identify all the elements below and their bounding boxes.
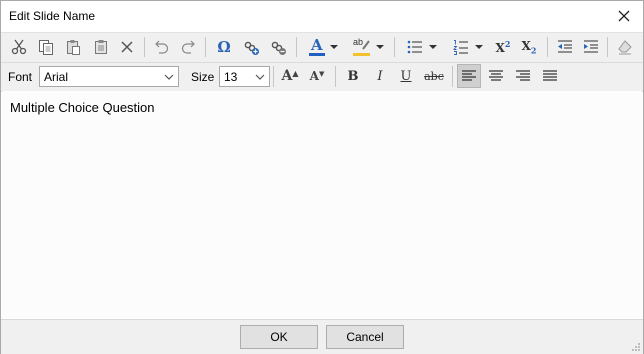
chevron-down-icon [330,45,338,49]
insert-symbol-button[interactable]: Ω [212,35,236,59]
grow-font-button[interactable]: A▲ [278,64,302,88]
bulleted-list-button[interactable] [403,35,427,59]
cut-icon [11,39,27,55]
delete-icon [121,41,133,53]
toolbar-separator [607,37,608,57]
paste-special-icon [95,40,107,54]
chevron-down-icon [164,74,174,80]
format-toolbar: Font Arial Size 13 A▲ A▼ B I U abc [1,62,643,92]
decrease-indent-icon [558,40,572,53]
superscript-button[interactable]: X2 [491,35,515,59]
redo-icon [181,40,195,54]
font-color-dropdown[interactable] [327,35,341,59]
copy-button[interactable] [34,35,58,59]
font-select[interactable]: Arial [39,66,179,87]
bulleted-list-icon [407,40,422,54]
window-title: Edit Slide Name [9,9,96,23]
close-icon [618,10,630,22]
underline-icon: U [400,68,412,84]
toolbar-separator [335,66,336,87]
toolbar-separator [394,37,395,57]
toolbar-separator [144,37,145,57]
highlight-color-dropdown[interactable] [373,35,387,59]
clear-formatting-icon [618,40,632,55]
bold-button[interactable]: B [341,64,365,88]
italic-icon: I [377,68,383,84]
toolbar-separator [547,37,548,57]
decrease-indent-button[interactable] [553,35,577,59]
numbered-list-button[interactable] [449,35,473,59]
underline-button[interactable]: U [394,64,418,88]
editor-text: Multiple Choice Question [10,100,155,115]
cut-button[interactable] [7,35,31,59]
increase-indent-button[interactable] [579,35,603,59]
numbered-list-dropdown[interactable] [472,35,486,59]
remove-link-button[interactable] [266,35,290,59]
strikethrough-icon: abc [424,69,444,83]
remove-link-icon [271,41,286,55]
clear-formatting-button[interactable] [613,35,637,59]
paste-icon [67,40,80,55]
font-label: Font [8,70,33,84]
align-right-button[interactable] [511,64,535,88]
delete-button[interactable] [115,35,139,59]
resize-grip-icon[interactable] [631,342,641,352]
toolbar-separator [296,37,297,57]
size-label: Size [191,70,215,84]
font-color-button[interactable]: A [305,35,329,59]
subscript-icon: X2 [521,38,537,56]
shrink-font-button[interactable]: A▼ [305,64,329,88]
highlight-color-icon: ab [352,37,372,57]
toolbar-separator [452,66,453,87]
toolbar-separator [273,66,274,87]
chevron-down-icon [429,45,437,49]
superscript-icon: X2 [495,39,511,55]
align-center-button[interactable] [484,64,508,88]
text-editor[interactable]: Multiple Choice Question [2,91,642,318]
paste-button[interactable] [61,35,85,59]
font-select-value: Arial [44,70,69,84]
symbol-icon: Ω [217,38,231,56]
increase-indent-icon [584,40,598,53]
bulleted-list-dropdown[interactable] [426,35,440,59]
size-select-value: 13 [224,70,238,84]
font-color-icon: A [308,36,326,57]
align-left-icon [462,70,476,81]
bold-icon: B [347,68,359,84]
cancel-button[interactable]: Cancel [326,325,404,349]
justify-button[interactable] [538,64,562,88]
insert-link-button[interactable] [239,35,263,59]
paste-special-button[interactable] [89,35,113,59]
ok-button[interactable]: OK [240,325,318,349]
edit-slide-name-dialog: Edit Slide Name Ω A ab X2 X2 Font Arial … [0,0,644,354]
toolbar-separator [205,37,206,57]
italic-button[interactable]: I [368,64,392,88]
align-left-button[interactable] [457,64,481,88]
undo-button[interactable] [150,35,174,59]
align-center-icon [489,70,503,81]
size-select[interactable]: 13 [219,66,270,87]
close-button[interactable] [611,4,637,28]
highlight-color-button[interactable]: ab [350,35,374,59]
redo-button[interactable] [176,35,200,59]
edit-toolbar: Ω A ab X2 X2 [1,32,643,63]
shrink-font-icon: A▼ [309,69,325,83]
chevron-down-icon [376,45,384,49]
title-bar: Edit Slide Name [1,1,643,32]
chevron-down-icon [475,45,483,49]
grow-font-icon: A▲ [281,68,299,84]
dialog-footer: OK Cancel [1,319,643,354]
numbered-list-icon [453,40,468,55]
subscript-button[interactable]: X2 [517,35,541,59]
copy-icon [39,40,53,55]
insert-link-icon [244,41,259,55]
strikethrough-button[interactable]: abc [421,64,447,88]
justify-icon [543,70,557,81]
chevron-down-icon [255,74,265,80]
align-right-icon [516,70,530,81]
undo-icon [155,40,169,54]
